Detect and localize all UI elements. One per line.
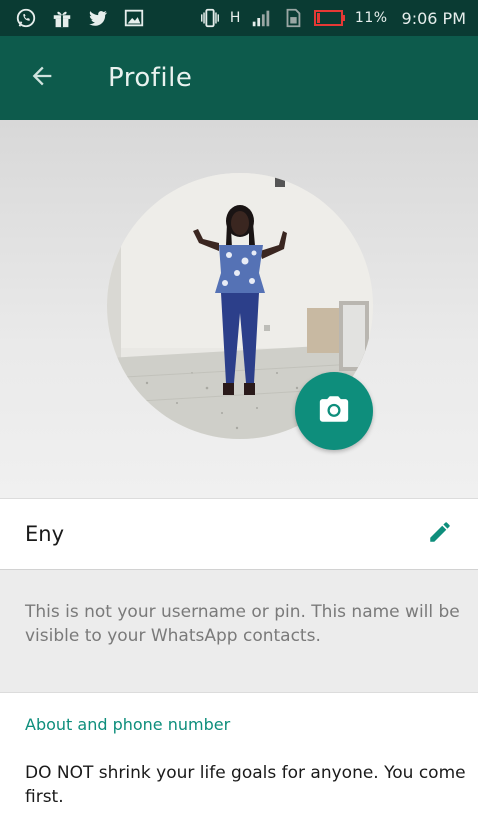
battery-icon	[313, 7, 347, 29]
status-bar: H 11% 9:06 PM	[0, 0, 478, 36]
name-hint-section: This is not your username or pin. This n…	[0, 570, 478, 692]
about-section: About and phone number DO NOT shrink you…	[0, 692, 478, 825]
change-photo-button[interactable]	[295, 372, 373, 450]
clock: 9:06 PM	[401, 8, 466, 28]
profile-name: Eny	[25, 522, 65, 546]
edit-name-button[interactable]	[420, 514, 460, 554]
camera-icon	[317, 392, 351, 430]
battery-percent: 11%	[354, 10, 388, 26]
twitter-icon	[86, 7, 110, 29]
notification-icons	[0, 7, 146, 29]
about-heading: About and phone number	[25, 715, 231, 734]
signal-icon	[249, 7, 273, 29]
gift-icon	[50, 7, 74, 29]
profile-photo-section	[0, 120, 478, 498]
network-type-label: H	[229, 10, 241, 26]
pencil-icon	[427, 519, 453, 549]
system-indicators: H 11% 9:06 PM	[198, 7, 478, 29]
arrow-left-icon	[28, 62, 56, 94]
back-button[interactable]	[14, 50, 70, 106]
page-title: Profile	[108, 63, 193, 93]
whatsapp-icon	[14, 7, 38, 29]
name-row[interactable]: Eny	[0, 498, 478, 570]
image-icon	[122, 7, 146, 29]
name-hint-text: This is not your username or pin. This n…	[25, 602, 460, 646]
app-bar: Profile	[0, 36, 478, 120]
sim-icon	[281, 7, 305, 29]
about-text[interactable]: DO NOT shrink your life goals for anyone…	[25, 761, 470, 809]
vibrate-icon	[198, 7, 222, 29]
